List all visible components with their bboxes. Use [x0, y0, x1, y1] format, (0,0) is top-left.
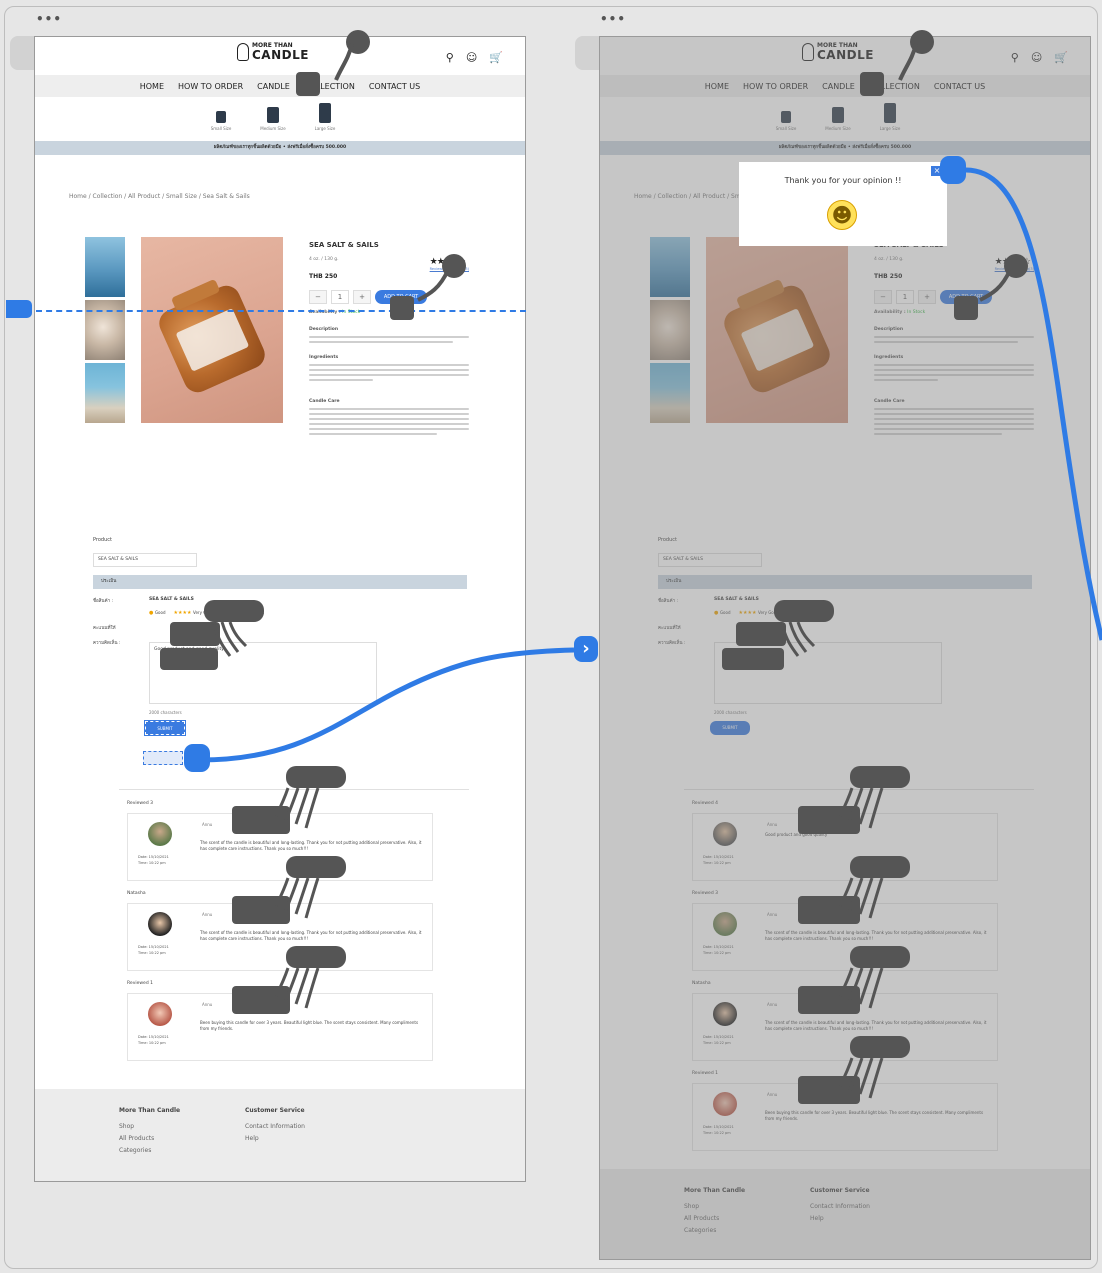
footer-link-categories[interactable]: Categories	[119, 1145, 180, 1157]
section-candle-care: Candle Care	[309, 399, 340, 404]
product-rating-stars: ★★★★☆	[429, 257, 466, 267]
size-medium[interactable]: Medium Size	[257, 103, 289, 131]
size-selector: Small Size Medium Size Large Size	[205, 103, 341, 131]
avatar	[148, 1002, 172, 1026]
rating-options: ● Good ★★★★ Very Good ★★★★★ Excellent	[149, 610, 467, 616]
thank-you-popup: Thank you for your opinion !! ☻ ×	[739, 162, 947, 246]
candle-jar-image	[154, 278, 270, 397]
rating-option-good[interactable]: ● Good	[149, 610, 166, 616]
review-title: Natasha	[127, 891, 146, 896]
rating-label: คะแนนที่ให้	[93, 626, 116, 631]
product-price: THB 250	[309, 273, 338, 280]
nav-contact-us[interactable]: CONTACT US	[369, 82, 420, 91]
brand-logo[interactable]: MORE THAN CANDLE	[237, 43, 309, 61]
brand-line-2: CANDLE	[252, 48, 309, 62]
product-value: SEA SALT & SAILS	[149, 597, 194, 602]
footer-col1-title: More Than Candle	[119, 1107, 181, 1114]
qty-minus-button[interactable]: −	[309, 290, 327, 304]
thumbnail-beach[interactable]	[85, 363, 125, 423]
search-icon[interactable]: ⚲	[446, 51, 454, 64]
nav-how-to-order[interactable]: HOW TO ORDER	[178, 82, 243, 91]
add-to-cart-button[interactable]: ADD TO CART	[375, 290, 427, 304]
footer-col2-title: Customer Service	[245, 1107, 305, 1114]
form-section-bar: ประเมิน	[93, 575, 467, 589]
reviewer-name: Annu	[202, 1002, 213, 1007]
frame-tab	[10, 36, 36, 70]
review-text: Been buying this candle for over 3 years…	[200, 1020, 419, 1031]
review-title: Reviewed 1	[127, 981, 153, 986]
review-card: Date: 15/10/2021 Time: 10:22 pm Annu The …	[127, 903, 433, 971]
comment-textarea[interactable]: Good product and good quality	[149, 642, 377, 704]
footer-link-shop[interactable]: Shop	[119, 1121, 180, 1133]
product-page-frame: MORE THAN CANDLE ⚲ ☺ 🛒 HOME HOW TO ORDER…	[34, 36, 526, 1182]
user-icon[interactable]: ☺	[466, 51, 477, 64]
site-footer: More Than Candle Shop All Products Categ…	[35, 1089, 525, 1181]
submit-hotspot[interactable]	[143, 751, 183, 765]
close-icon[interactable]: ×	[931, 166, 943, 176]
popup-message: Thank you for your opinion !!	[784, 176, 902, 185]
review-title: Reviewed 3	[127, 801, 153, 806]
review-time: Time: 10:22 pm	[138, 861, 166, 865]
rating-option-excellent[interactable]: ★★★★★ Excellent	[222, 610, 264, 616]
frame-menu-icon[interactable]: •••	[600, 12, 626, 26]
product-main-image	[141, 237, 283, 423]
comment-label: ความคิดเห็น :	[93, 641, 121, 646]
nav-collection[interactable]: COLLECTION	[304, 82, 355, 91]
smiley-icon: ☻	[827, 200, 857, 230]
frame-tab	[575, 36, 601, 70]
product-select[interactable]: SEA SALT & SAILS	[93, 553, 197, 567]
footer-link-all-products[interactable]: All Products	[119, 1133, 180, 1145]
section-ingredients: Ingredients	[309, 355, 339, 360]
review-card: Date: 15/10/2021 Time: 10:22 pm Annu Been…	[127, 993, 433, 1061]
section-description: Description	[309, 327, 339, 332]
product-weight: 4 oz. / 130 g.	[309, 257, 339, 262]
char-count: 2000 characters	[149, 710, 182, 715]
product-info: SEA SALT & SAILS 4 oz. / 130 g. ★★★★☆ Re…	[309, 241, 469, 438]
promo-bar: ผลิตภัณฑ์ของเราทุกชิ้นผลิตด้วยมือ • ส่งฟ…	[35, 141, 525, 155]
review-form: Product SEA SALT & SAILS ประเมิน ชื่อสิน…	[93, 537, 467, 736]
qty-plus-button[interactable]: +	[353, 290, 371, 304]
footer-link-contact[interactable]: Contact Information	[245, 1121, 305, 1133]
qty-value[interactable]: 1	[331, 290, 349, 304]
product-label: ชื่อสินค้า :	[93, 599, 114, 604]
rating-option-very-good[interactable]: ★★★★ Very Good	[174, 610, 214, 616]
size-large[interactable]: Large Size	[309, 103, 341, 131]
scroll-guide-line	[36, 310, 526, 312]
reviewer-name: Annu	[202, 912, 213, 917]
reviewer-name: Annu	[202, 822, 213, 827]
review-card: Date: 15/10/2021 Time: 10:22 pm Annu The …	[127, 813, 433, 881]
divider	[119, 789, 469, 790]
avatar	[148, 912, 172, 936]
submit-button[interactable]: SUBMIT	[144, 720, 186, 736]
avatar	[148, 822, 172, 846]
frame-menu-icon[interactable]: •••	[36, 12, 62, 26]
product-name: SEA SALT & SAILS	[309, 241, 379, 249]
cart-icon[interactable]: 🛒	[489, 51, 503, 64]
thumbnail-sailboat[interactable]	[85, 237, 125, 297]
nav-home[interactable]: HOME	[140, 82, 164, 91]
candle-logo-icon	[237, 43, 249, 61]
site-header: MORE THAN CANDLE ⚲ ☺ 🛒	[35, 37, 525, 73]
main-nav: HOME HOW TO ORDER CANDLE COLLECTION CONT…	[35, 75, 525, 97]
flow-start-handle[interactable]	[6, 300, 32, 318]
next-frame-arrow[interactable]: ›	[574, 636, 598, 662]
review-time: Time: 10:22 pm	[138, 1041, 166, 1045]
footer-link-help[interactable]: Help	[245, 1133, 305, 1145]
product-thumbnails	[85, 237, 125, 423]
reviews-link[interactable]: Reviews and Rating(3)	[430, 267, 469, 271]
review-text: The scent of the candle is beautiful and…	[200, 840, 422, 851]
review-time: Time: 10:22 pm	[138, 951, 166, 955]
form-title: Product	[93, 537, 112, 543]
thumbnail-shell[interactable]	[85, 300, 125, 360]
size-small[interactable]: Small Size	[205, 103, 237, 131]
nav-candle[interactable]: CANDLE	[257, 82, 290, 91]
review-text: The scent of the candle is beautiful and…	[200, 930, 422, 941]
breadcrumb[interactable]: Home / Collection / All Product / Small …	[69, 193, 250, 200]
